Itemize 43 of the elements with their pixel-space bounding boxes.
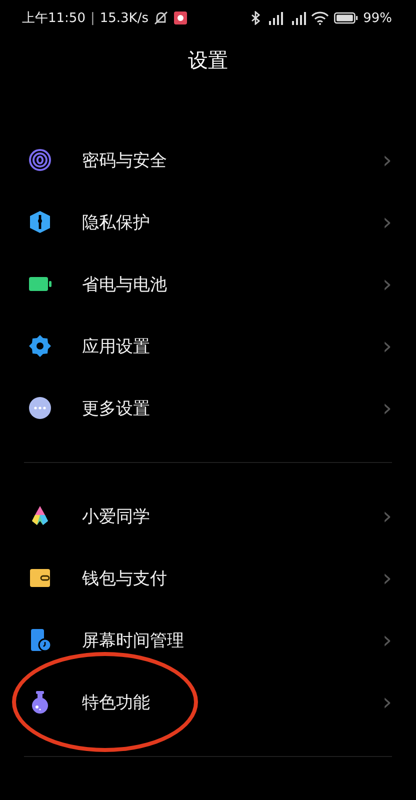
settings-item[interactable]: 应用设置 › <box>0 315 416 377</box>
item-label: 密码与安全 <box>82 150 168 172</box>
chevron-icon: › <box>382 210 392 234</box>
chevron-icon: › <box>382 566 392 590</box>
battery-percent: 99% <box>363 10 392 26</box>
settings-item[interactable]: 隐私保护 › <box>0 191 416 253</box>
item-label: 省电与电池 <box>82 274 168 296</box>
wallet-icon <box>28 566 52 590</box>
network-speed: 15.3K/s <box>100 10 148 26</box>
item-label: 应用设置 <box>82 336 151 358</box>
chevron-icon: › <box>382 334 392 358</box>
battery-status-icon <box>334 11 358 25</box>
item-label: 更多设置 <box>82 398 151 420</box>
settings-item[interactable]: 钱包与支付 › <box>0 547 416 609</box>
item-label: 小爱同学 <box>82 506 151 528</box>
wifi-icon <box>311 11 330 25</box>
item-label: 钱包与支付 <box>82 568 168 590</box>
chevron-icon: › <box>382 628 392 652</box>
chevron-icon: › <box>382 396 392 420</box>
settings-item[interactable]: 更多设置 › <box>0 377 416 439</box>
item-label: 屏幕时间管理 <box>82 630 185 652</box>
chevron-icon: › <box>382 504 392 528</box>
chevron-icon: › <box>382 272 392 296</box>
phone-clock-icon <box>28 628 52 652</box>
bluetooth-icon <box>251 11 260 25</box>
shield-icon <box>28 210 52 234</box>
notification-icon <box>174 11 188 25</box>
chevron-icon: › <box>382 690 392 714</box>
chevron-icon: › <box>382 148 392 172</box>
status-time: 上午11:50 <box>22 10 86 27</box>
more-icon <box>28 396 52 420</box>
settings-item[interactable]: 小爱同学 › <box>0 485 416 547</box>
settings-item[interactable]: 屏幕时间管理 › <box>0 609 416 671</box>
settings-item[interactable]: 省电与电池 › <box>0 253 416 315</box>
gear-icon <box>28 334 52 358</box>
item-label: 特色功能 <box>82 692 151 714</box>
mute-icon <box>153 11 170 25</box>
settings-item[interactable]: 特色功能 › <box>0 671 416 733</box>
status-separator: | <box>90 10 95 26</box>
fingerprint-icon <box>28 148 52 172</box>
page-title: 设置 <box>188 47 228 74</box>
settings-item[interactable]: 密码与安全 › <box>0 129 416 191</box>
item-label: 隐私保护 <box>82 212 151 234</box>
